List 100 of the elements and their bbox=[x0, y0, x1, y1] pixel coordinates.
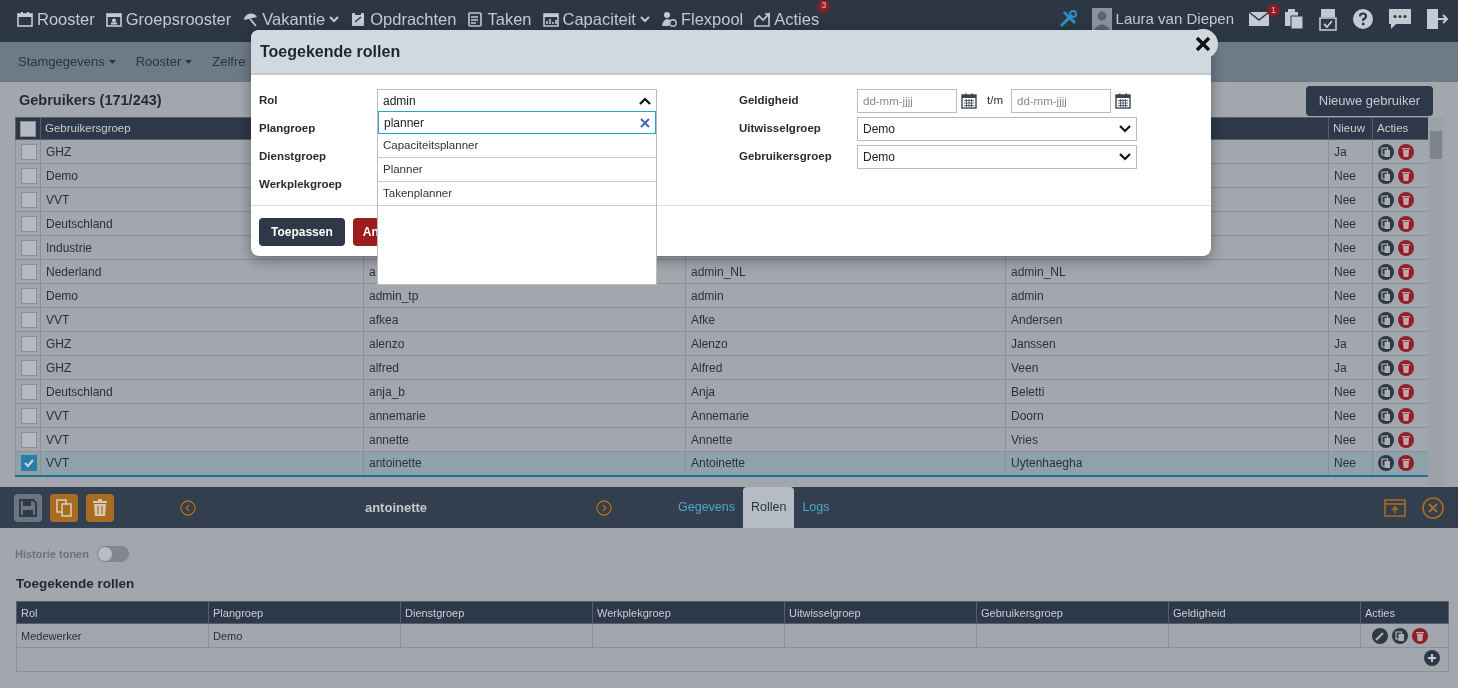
previous-icon[interactable] bbox=[180, 499, 196, 516]
edit-icon[interactable] bbox=[1372, 627, 1388, 644]
date-field[interactable]: dd-mm-jjjj bbox=[1011, 89, 1111, 113]
delete-icon[interactable] bbox=[1398, 383, 1414, 400]
next-icon[interactable] bbox=[596, 499, 612, 516]
copy-icon[interactable] bbox=[1378, 455, 1394, 472]
nav-link[interactable]: Flexpool bbox=[660, 6, 744, 32]
copy-icon[interactable] bbox=[1378, 167, 1394, 184]
dropdown-option[interactable]: Planner bbox=[378, 158, 656, 182]
copy-icon[interactable] bbox=[1378, 239, 1394, 256]
nav-link[interactable]: Rooster bbox=[17, 6, 95, 32]
row-checkbox[interactable] bbox=[21, 143, 37, 160]
nav-link[interactable]: Capaciteit bbox=[542, 6, 650, 32]
window-icon[interactable] bbox=[1384, 498, 1406, 517]
select-all-checkbox[interactable] bbox=[20, 120, 36, 137]
logout-icon[interactable] bbox=[1426, 8, 1448, 30]
row-checkbox[interactable] bbox=[21, 167, 37, 184]
user-menu[interactable]: Laura van Diepen bbox=[1091, 7, 1234, 31]
column-header: Plangroep bbox=[208, 601, 401, 624]
table-cell: admin_NL bbox=[691, 264, 746, 279]
table-cell: admin_NL bbox=[1011, 264, 1066, 279]
search-field[interactable]: planner bbox=[378, 111, 656, 134]
copy-icon[interactable] bbox=[1378, 335, 1394, 352]
dropdown-option[interactable]: Takenplanner bbox=[378, 182, 656, 206]
nav-link[interactable]: Opdrachten bbox=[350, 6, 457, 32]
delete-icon[interactable] bbox=[1398, 263, 1414, 280]
table-cell: Nee bbox=[1334, 408, 1356, 423]
delete-icon[interactable] bbox=[1398, 191, 1414, 208]
nav-link[interactable]: Vakantie bbox=[242, 6, 340, 32]
calendar-icon[interactable] bbox=[1115, 93, 1131, 109]
scrollbar[interactable] bbox=[1428, 117, 1444, 487]
delete-icon[interactable] bbox=[1398, 359, 1414, 376]
row-checkbox[interactable] bbox=[21, 263, 37, 280]
group-calendar-icon bbox=[105, 11, 122, 27]
table-cell: antoinette bbox=[369, 456, 422, 471]
row-checkbox[interactable] bbox=[21, 431, 37, 448]
row-checkbox[interactable] bbox=[21, 191, 37, 208]
delete-icon[interactable] bbox=[1398, 215, 1414, 232]
select-field[interactable]: Demo bbox=[857, 145, 1137, 169]
delete-button[interactable] bbox=[86, 493, 114, 522]
role-select[interactable]: admin bbox=[377, 89, 657, 113]
clear-icon[interactable] bbox=[640, 118, 650, 128]
calendar-icon[interactable] bbox=[961, 93, 977, 109]
field-label: Gebruikersgroep bbox=[739, 149, 833, 165]
clipboard-icon[interactable] bbox=[1284, 8, 1304, 30]
delete-icon[interactable] bbox=[1398, 455, 1414, 472]
row-checkbox[interactable] bbox=[21, 359, 37, 376]
delete-icon[interactable] bbox=[1412, 627, 1428, 644]
copy-icon[interactable] bbox=[1378, 143, 1394, 160]
delete-icon[interactable] bbox=[1398, 167, 1414, 184]
copy-icon[interactable] bbox=[1378, 431, 1394, 448]
copy-icon[interactable] bbox=[1378, 263, 1394, 280]
delete-icon[interactable] bbox=[1398, 431, 1414, 448]
row-checkbox[interactable] bbox=[21, 335, 37, 352]
tab[interactable]: Rollen bbox=[743, 487, 795, 528]
copy-icon[interactable] bbox=[1392, 627, 1408, 644]
new-user-button[interactable]: Nieuwe gebruiker bbox=[1305, 86, 1433, 116]
help-icon[interactable] bbox=[1352, 8, 1374, 30]
delete-icon[interactable] bbox=[1398, 335, 1414, 352]
copy-icon[interactable] bbox=[1378, 407, 1394, 424]
delete-icon[interactable] bbox=[1398, 287, 1414, 304]
toggle-switch[interactable] bbox=[96, 546, 129, 562]
select-field[interactable]: Demo bbox=[857, 117, 1137, 141]
delete-icon[interactable] bbox=[1398, 311, 1414, 328]
copy-icon[interactable] bbox=[1378, 191, 1394, 208]
chat-icon[interactable] bbox=[1388, 8, 1412, 30]
copy-icon[interactable] bbox=[1378, 287, 1394, 304]
nav-link[interactable]: Acties bbox=[754, 6, 820, 32]
nav-link[interactable]: Taken bbox=[467, 6, 532, 32]
copy-icon[interactable] bbox=[1378, 215, 1394, 232]
delete-icon[interactable] bbox=[1398, 143, 1414, 160]
apply-button[interactable]: Toepassen bbox=[259, 218, 345, 246]
table-cell: VVT bbox=[46, 312, 70, 327]
save-icon bbox=[19, 498, 37, 517]
dropdown-option[interactable]: Capaciteitsplanner bbox=[378, 134, 656, 158]
tools-icon[interactable] bbox=[1057, 9, 1078, 29]
notification-badge: 3 bbox=[817, 0, 831, 13]
tab[interactable]: Gegevens bbox=[670, 487, 743, 528]
tab[interactable]: Logs bbox=[794, 487, 838, 528]
copy-button[interactable] bbox=[50, 493, 78, 522]
copy-icon[interactable] bbox=[1378, 383, 1394, 400]
section-title: Toegekende rollen bbox=[15, 575, 136, 593]
table-cell: GHZ bbox=[46, 360, 72, 375]
copy-icon[interactable] bbox=[1378, 311, 1394, 328]
date-field[interactable]: dd-mm-jjjj bbox=[857, 89, 957, 113]
row-checkbox[interactable] bbox=[21, 407, 37, 424]
row-checkbox[interactable] bbox=[21, 383, 37, 400]
row-checkbox[interactable] bbox=[21, 455, 37, 472]
row-checkbox[interactable] bbox=[21, 215, 37, 232]
close-icon[interactable] bbox=[1422, 496, 1444, 519]
table-cell: Deutschland bbox=[46, 384, 113, 399]
mail-button[interactable] bbox=[1248, 11, 1270, 27]
nav-link[interactable]: Groepsrooster bbox=[105, 6, 232, 32]
copy-icon[interactable] bbox=[1378, 359, 1394, 376]
row-checkbox[interactable] bbox=[21, 287, 37, 304]
add-icon[interactable] bbox=[1424, 649, 1440, 666]
delete-icon[interactable] bbox=[1398, 239, 1414, 256]
row-checkbox[interactable] bbox=[21, 311, 37, 328]
row-checkbox[interactable] bbox=[21, 239, 37, 256]
delete-icon[interactable] bbox=[1398, 407, 1414, 424]
